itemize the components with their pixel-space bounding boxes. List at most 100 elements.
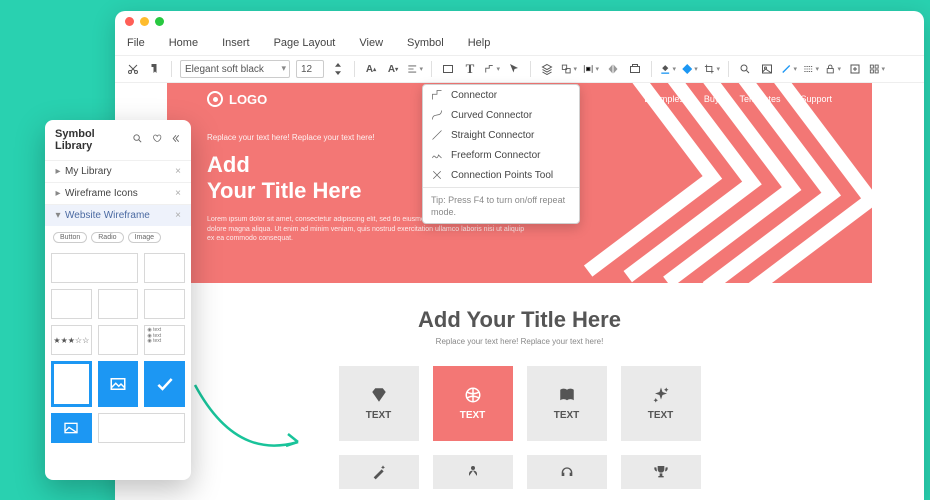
pointer-icon[interactable] (506, 61, 522, 77)
symbol-thumb[interactable]: ◉ text◉ text◉ text (144, 325, 185, 355)
headset-icon (559, 464, 575, 480)
feature-card[interactable]: TEXT (339, 366, 419, 441)
person-icon (465, 464, 481, 480)
dropdown-item-straight[interactable]: Straight Connector (423, 125, 579, 145)
feature-card[interactable]: TEXT (433, 366, 513, 441)
nav-buy[interactable]: Buy (704, 94, 720, 104)
book-icon (558, 386, 576, 404)
menu-page-layout[interactable]: Page Layout (274, 37, 336, 49)
menu-insert[interactable]: Insert (222, 37, 250, 49)
connector-dropdown: Connector Curved Connector Straight Conn… (422, 84, 580, 224)
logo: LOGO (207, 91, 267, 107)
dropdown-item-curved[interactable]: Curved Connector (423, 105, 579, 125)
connector-icon (431, 89, 443, 101)
nav-templates[interactable]: Templates (739, 94, 780, 104)
feature-card[interactable]: TEXT (621, 366, 701, 441)
shape-rect-icon[interactable] (440, 61, 456, 77)
symbol-thumb[interactable]: ★★★☆☆ (51, 325, 92, 355)
panel-collapse-icon[interactable] (170, 133, 181, 147)
card-label: TEXT (648, 410, 674, 421)
symbol-thumb[interactable] (144, 361, 185, 407)
library-website-wireframe[interactable]: ▾Website Wireframe× (45, 204, 191, 226)
symbol-thumb-selected[interactable] (51, 361, 92, 407)
layers-icon[interactable] (539, 61, 555, 77)
increase-font-icon[interactable]: A▴ (363, 61, 379, 77)
shape-tool-icon[interactable] (682, 61, 698, 77)
dropdown-item-freeform[interactable]: Freeform Connector (423, 145, 579, 165)
more-icon[interactable] (869, 61, 885, 77)
library-wireframe-icons[interactable]: ▸Wireframe Icons× (45, 182, 191, 204)
toolbar: Elegant soft black 12 A▴ A▾ T (115, 55, 924, 83)
panel-search-icon[interactable] (132, 133, 143, 147)
symbol-thumb[interactable] (51, 253, 138, 283)
font-size-select[interactable]: 12 (296, 60, 324, 78)
feature-card[interactable] (527, 455, 607, 489)
format-painter-icon[interactable] (147, 61, 163, 77)
symbol-thumb[interactable] (98, 289, 139, 319)
symbol-thumb[interactable] (98, 413, 185, 443)
symbol-thumb[interactable] (51, 413, 92, 443)
image-icon[interactable] (759, 61, 775, 77)
align-icon[interactable] (407, 61, 423, 77)
menu-help[interactable]: Help (468, 37, 491, 49)
flip-icon[interactable] (605, 61, 621, 77)
close-icon[interactable]: × (175, 188, 181, 199)
lock-icon[interactable] (825, 61, 841, 77)
minimize-window-button[interactable] (140, 17, 149, 26)
menu-home[interactable]: Home (169, 37, 198, 49)
text-tool-icon[interactable]: T (462, 61, 478, 77)
wand-icon (371, 464, 387, 480)
nav-examples[interactable]: Examples (644, 94, 684, 104)
nav-support[interactable]: Support (800, 94, 832, 104)
dropdown-tip: Tip: Press F4 to turn on/off repeat mode… (423, 190, 579, 223)
close-icon[interactable]: × (175, 210, 181, 221)
menubar: File Home Insert Page Layout View Symbol… (115, 31, 924, 55)
dropdown-label: Connector (451, 90, 497, 101)
line-color-icon[interactable] (781, 61, 797, 77)
connector-dropdown-icon[interactable] (484, 61, 500, 77)
straight-connector-icon (431, 129, 443, 141)
close-window-button[interactable] (125, 17, 134, 26)
menu-file[interactable]: File (127, 37, 145, 49)
font-family-select[interactable]: Elegant soft black (180, 60, 290, 78)
size-icon[interactable] (627, 61, 643, 77)
menu-symbol[interactable]: Symbol (407, 37, 444, 49)
spark-icon (652, 386, 670, 404)
maximize-window-button[interactable] (155, 17, 164, 26)
close-icon[interactable]: × (175, 166, 181, 177)
dropdown-item-connector[interactable]: Connector (423, 85, 579, 105)
chip-image[interactable]: Image (128, 232, 161, 243)
symbol-thumb[interactable] (144, 253, 185, 283)
distribute-icon[interactable] (583, 61, 599, 77)
symbol-thumb[interactable] (144, 289, 185, 319)
search-icon[interactable] (737, 61, 753, 77)
feature-card[interactable] (339, 455, 419, 489)
panel-favorite-icon[interactable] (151, 133, 162, 147)
section-subtitle: Replace your text here! Replace your tex… (167, 337, 872, 346)
diamond-icon (370, 386, 388, 404)
dropdown-item-points[interactable]: Connection Points Tool (423, 165, 579, 185)
symbol-thumb[interactable] (98, 325, 139, 355)
group-icon[interactable] (561, 61, 577, 77)
feature-card[interactable]: TEXT (527, 366, 607, 441)
tag-chips: Button Radio Image (45, 226, 191, 249)
crop-icon[interactable] (704, 61, 720, 77)
line-style-icon[interactable] (803, 61, 819, 77)
library-my-library[interactable]: ▸My Library× (45, 160, 191, 182)
chip-button[interactable]: Button (53, 232, 87, 243)
symbol-thumbnails: ★★★☆☆ ◉ text◉ text◉ text (45, 249, 191, 447)
menu-view[interactable]: View (359, 37, 383, 49)
cut-icon[interactable] (125, 61, 141, 77)
symbol-thumb[interactable] (98, 361, 139, 407)
feature-card[interactable] (433, 455, 513, 489)
curved-connector-icon (431, 109, 443, 121)
export-icon[interactable] (847, 61, 863, 77)
feature-card[interactable] (621, 455, 701, 489)
hero-decoration (575, 83, 872, 283)
panel-title: Symbol Library (55, 128, 132, 152)
stepper-icon[interactable] (330, 61, 346, 77)
fill-color-icon[interactable] (660, 61, 676, 77)
chip-radio[interactable]: Radio (91, 232, 123, 243)
symbol-thumb[interactable] (51, 289, 92, 319)
decrease-font-icon[interactable]: A▾ (385, 61, 401, 77)
